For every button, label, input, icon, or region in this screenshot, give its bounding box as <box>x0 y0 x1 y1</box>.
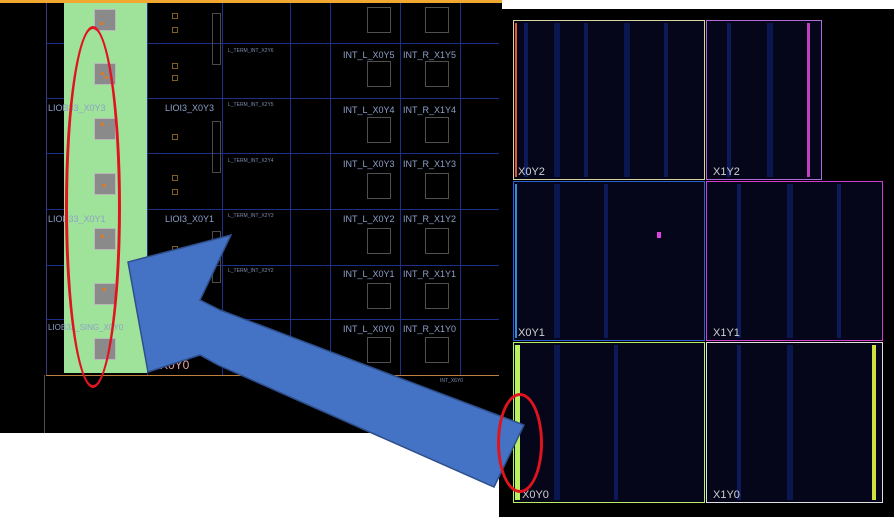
annotation-arrow <box>127 233 526 488</box>
highlight-ellipse-right <box>497 393 543 493</box>
highlight-ellipse-left <box>65 26 121 388</box>
